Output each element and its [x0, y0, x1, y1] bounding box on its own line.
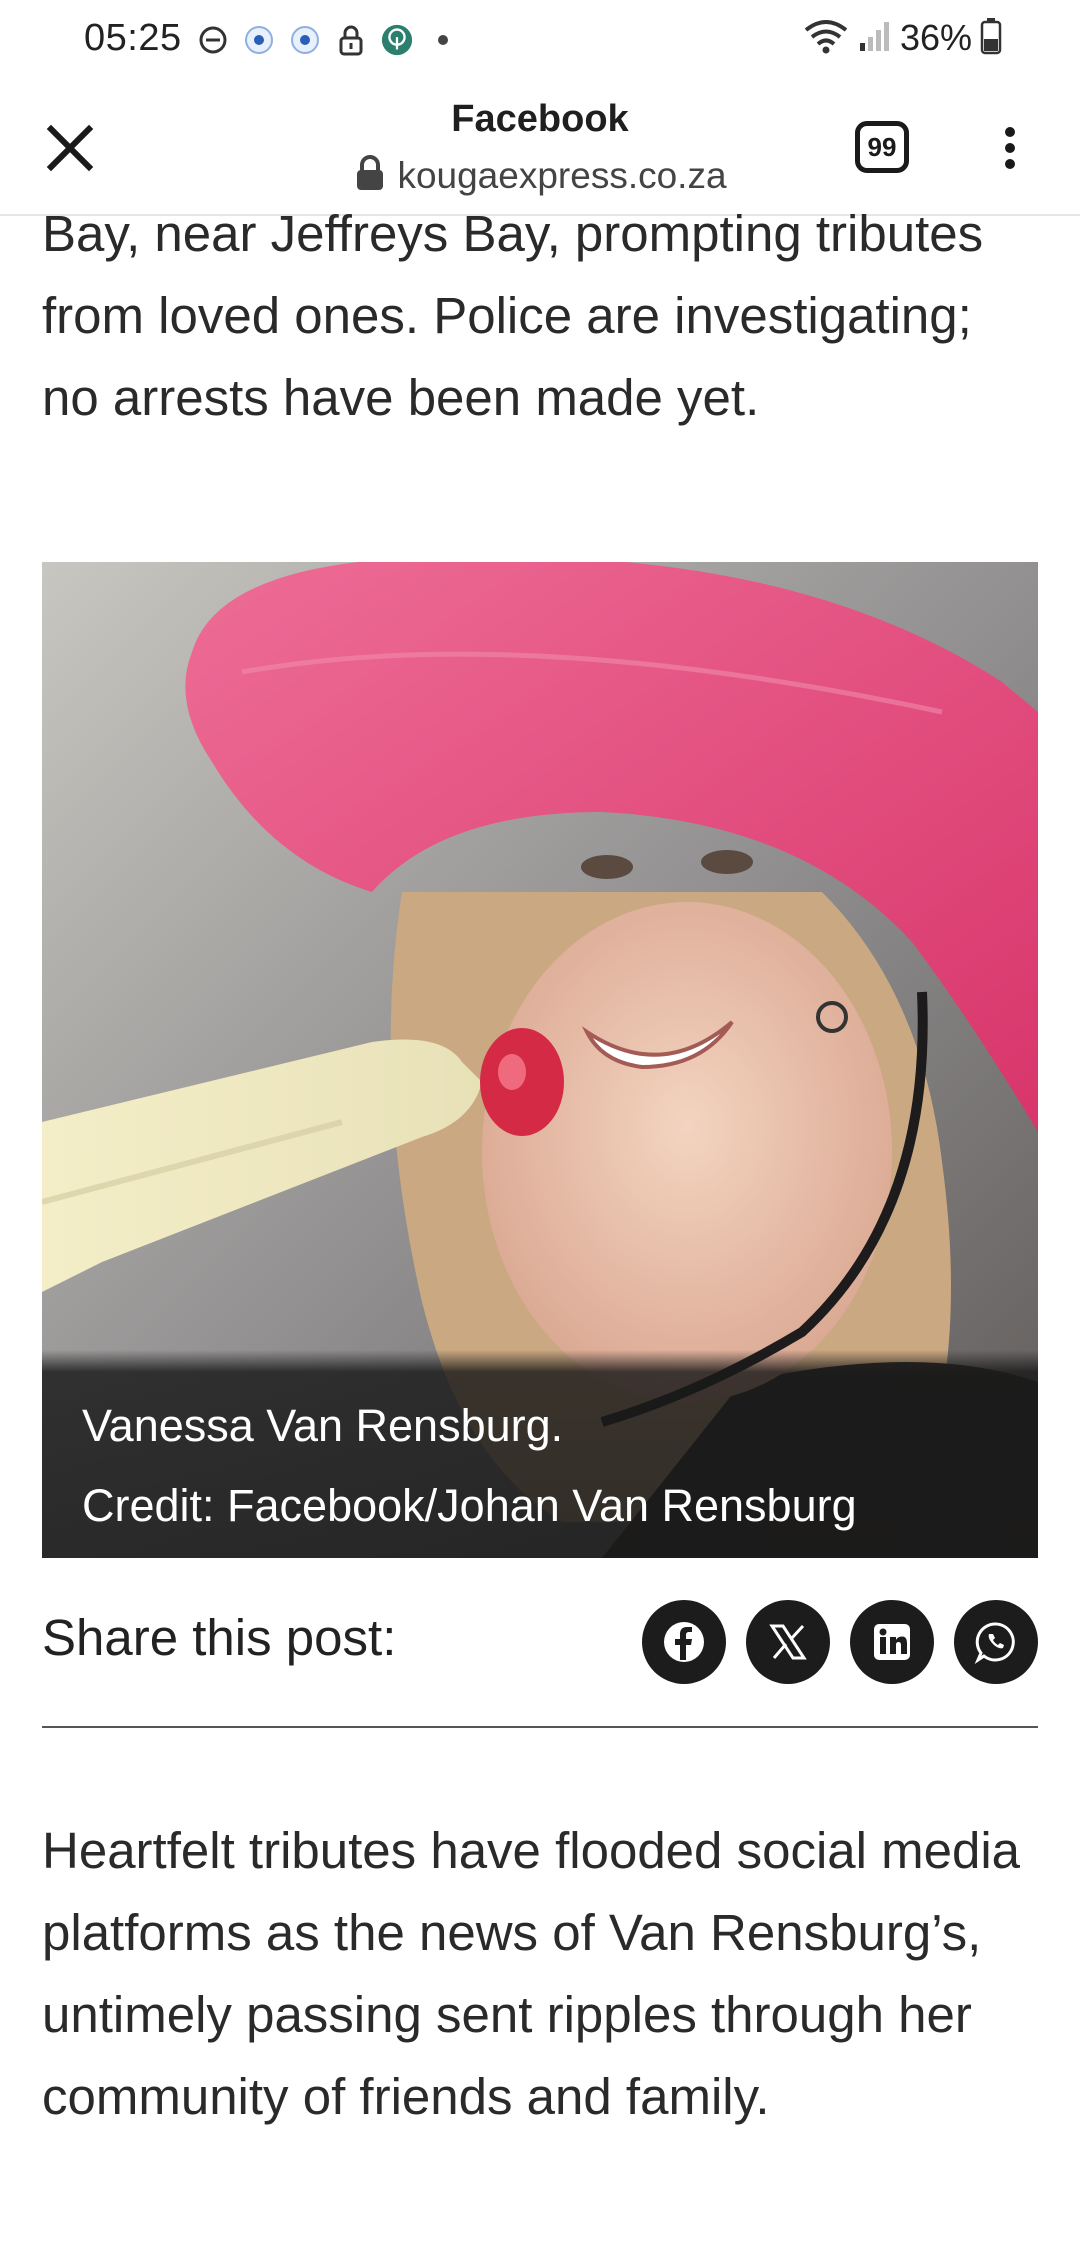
overflow-menu-button[interactable] — [993, 120, 1027, 176]
url-text: kougaexpress.co.za — [397, 155, 727, 196]
more-vertical-icon — [1005, 127, 1015, 169]
status-bar: 05:25 36% — [0, 0, 1080, 78]
clock: 05:25 — [84, 17, 182, 59]
paragraph-text: Bay, near Jeffreys Bay, prompting tribut… — [42, 205, 984, 426]
do-not-disturb-icon — [196, 23, 230, 57]
signal-icon — [858, 19, 892, 58]
linkedin-icon — [874, 1624, 910, 1660]
paragraph-text: Heartfelt tributes have flooded social m… — [42, 1822, 1021, 2125]
whatsapp-icon — [974, 1622, 1015, 1664]
tab-switcher-button[interactable]: 99 — [855, 121, 909, 173]
share-label: Share this post: — [42, 1609, 397, 1666]
battery-icon — [980, 17, 1002, 60]
x-icon — [769, 1624, 807, 1660]
tab-count: 99 — [867, 131, 897, 162]
share-whatsapp-button[interactable] — [954, 1600, 1038, 1684]
notification-dot-icon — [242, 23, 276, 57]
share-x-button[interactable] — [746, 1600, 830, 1684]
article-paragraph-top: Bay, near Jeffreys Bay, prompting tribut… — [42, 193, 1038, 439]
section-divider — [42, 1726, 1038, 1728]
article-image[interactable]: Vanessa Van Rensburg. Credit: Facebook/J… — [42, 562, 1038, 1558]
share-linkedin-button[interactable] — [850, 1600, 934, 1684]
caption-name: Vanessa Van Rensburg. — [82, 1400, 564, 1451]
share-facebook-button[interactable] — [642, 1600, 726, 1684]
tree-app-icon — [380, 23, 414, 57]
caption-credit: Credit: Facebook/Johan Van Rensburg — [82, 1480, 857, 1531]
share-buttons — [642, 1600, 1038, 1684]
notification-dot-icon — [288, 23, 322, 57]
more-dot-icon — [426, 23, 460, 57]
share-row: Share this post: — [42, 1600, 1038, 1684]
vpn-lock-icon — [334, 23, 368, 57]
status-notification-icons — [196, 22, 460, 58]
battery-percent: 36% — [899, 17, 972, 58]
page-title: Facebook — [451, 98, 629, 140]
article-paragraph-bottom: Heartfelt tributes have flooded social m… — [42, 1810, 1038, 2138]
wifi-icon — [802, 18, 850, 59]
facebook-icon — [664, 1622, 704, 1662]
image-caption: Vanessa Van Rensburg. Credit: Facebook/J… — [42, 1350, 1038, 1558]
status-system-icons: 36% — [802, 17, 1002, 60]
